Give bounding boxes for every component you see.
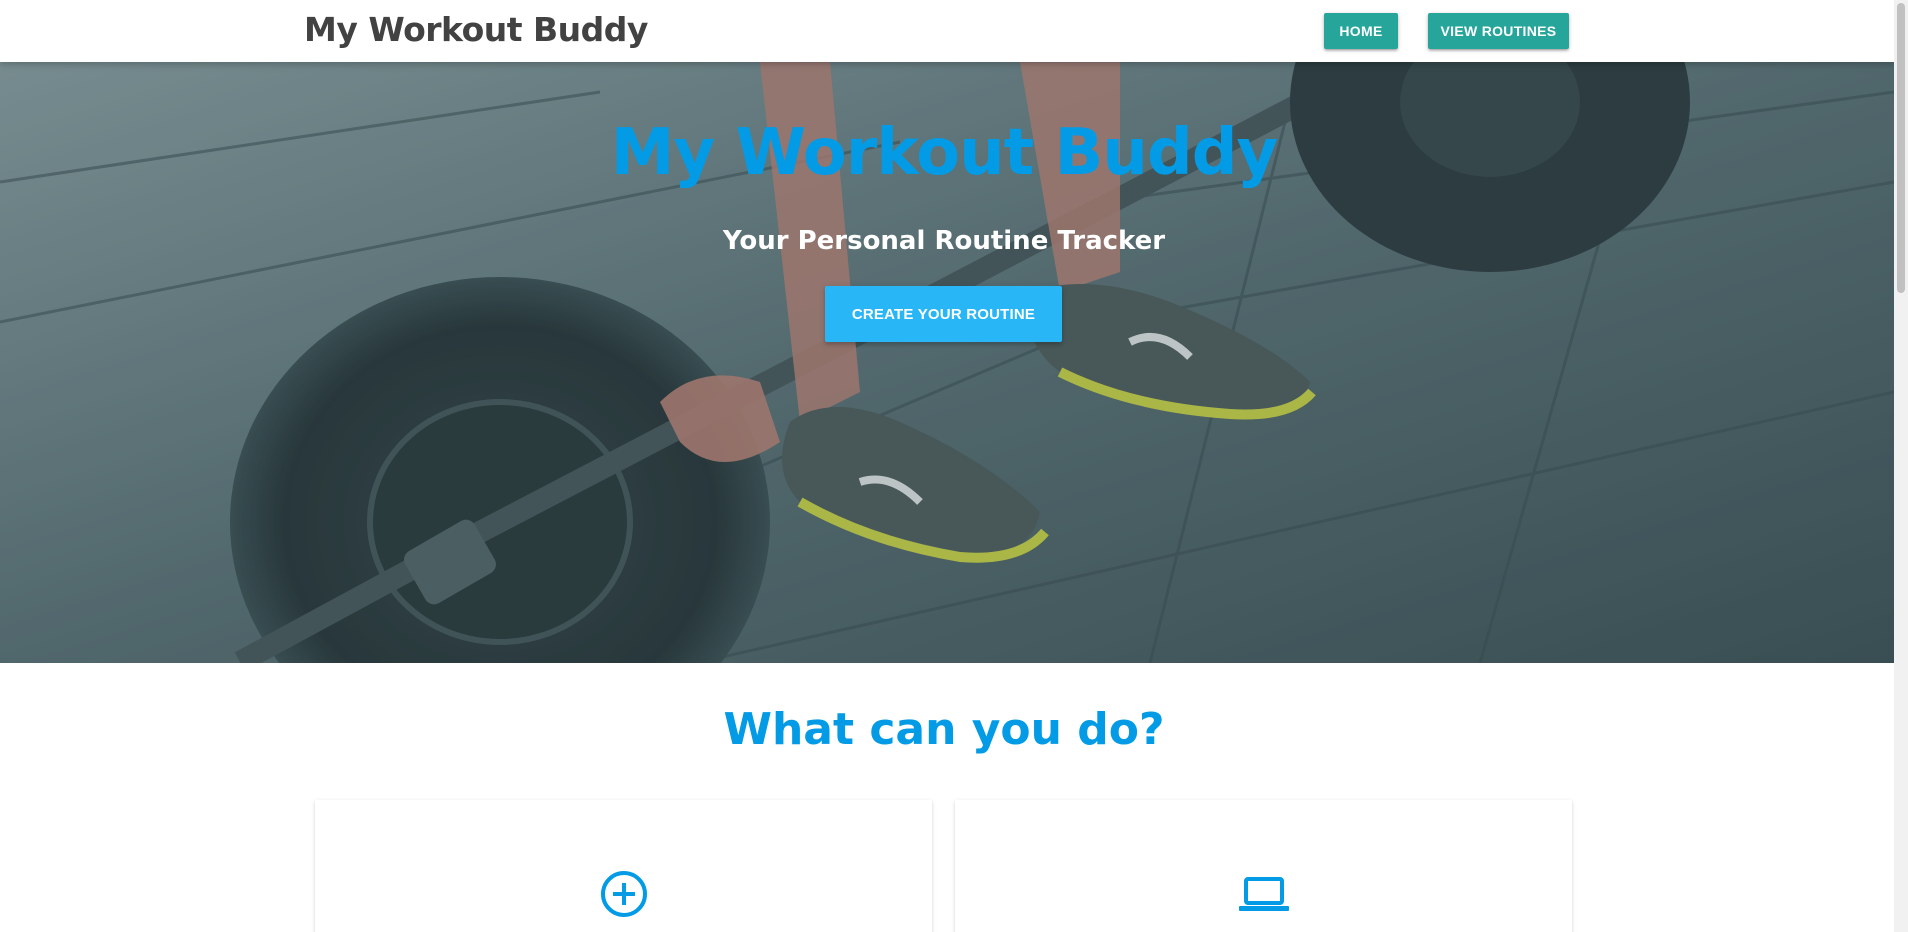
laptop-icon [1238, 877, 1289, 911]
create-routine-button[interactable]: CREATE YOUR ROUTINE [825, 286, 1062, 342]
brand-logo[interactable]: My Workout Buddy [304, 10, 648, 49]
navbar: My Workout Buddy HOME VIEW ROUTINES [0, 0, 1894, 62]
hero-banner: My Workout Buddy Your Personal Routine T… [0, 62, 1894, 663]
page: My Workout Buddy HOME VIEW ROUTINES My W… [0, 0, 1894, 932]
scrollbar[interactable] [1894, 0, 1908, 932]
features-heading: What can you do? [723, 704, 1165, 755]
view-routines-button[interactable]: VIEW ROUTINES [1428, 13, 1569, 49]
feature-card-view [955, 800, 1572, 932]
feature-card-create [315, 800, 932, 932]
hero-subtitle: Your Personal Routine Tracker [722, 226, 1166, 256]
add-circle-icon [600, 871, 647, 917]
home-button[interactable]: HOME [1324, 13, 1398, 49]
scrollbar-thumb[interactable] [1897, 3, 1905, 293]
hero-title: My Workout Buddy [610, 116, 1278, 190]
